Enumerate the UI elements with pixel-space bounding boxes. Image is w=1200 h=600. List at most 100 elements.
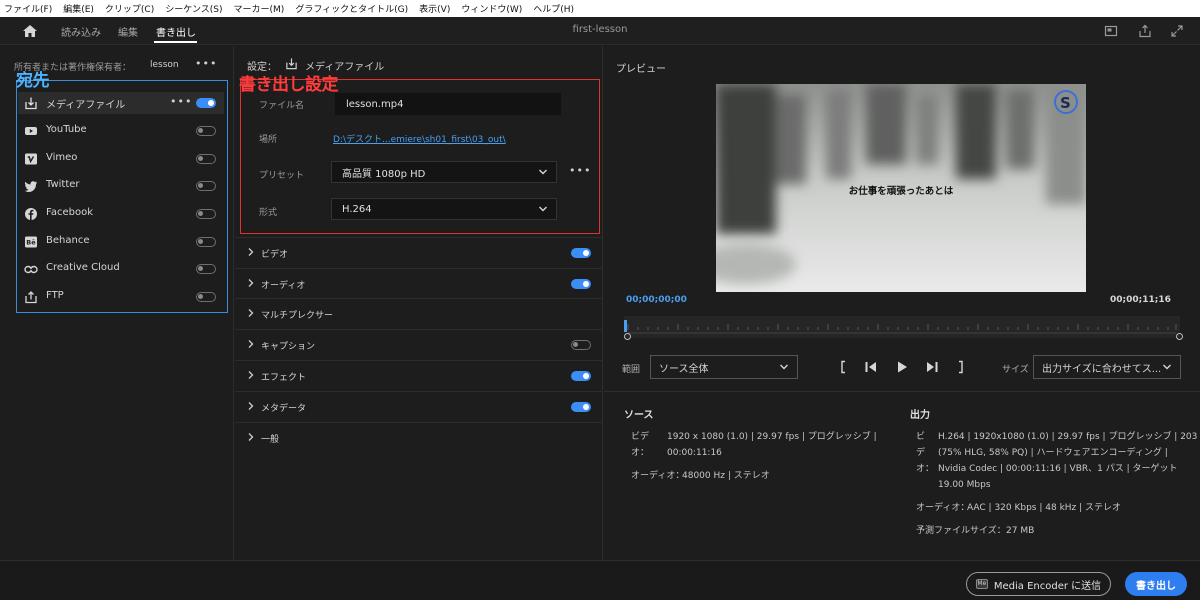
output-video-label: オ：	[916, 464, 935, 474]
twitter-toggle[interactable]	[196, 181, 216, 191]
chevron-right-icon	[248, 433, 254, 441]
ftp-upload-icon	[25, 291, 37, 304]
mark-out-icon[interactable]	[956, 360, 966, 374]
audio-toggle[interactable]	[571, 279, 591, 289]
export-button[interactable]: 書き出し	[1125, 572, 1187, 596]
ftp-toggle[interactable]	[196, 292, 216, 302]
destination-item-media-file[interactable]: メディアファイル •••	[18, 92, 224, 114]
send-to-media-encoder-button[interactable]: Me Media Encoder に送信	[966, 572, 1111, 596]
destination-item-twitter[interactable]: Twitter	[18, 175, 224, 197]
captions-toggle[interactable]	[571, 340, 591, 350]
output-video-label: デ	[916, 448, 926, 458]
preview-caption: お仕事を頑張ったあとは	[848, 186, 954, 197]
section-general[interactable]: 一般	[235, 422, 603, 452]
source-video-label: ビデ	[631, 432, 650, 442]
section-audio[interactable]: オーディオ	[235, 268, 603, 298]
media-file-icon	[286, 58, 297, 70]
export-settings-panel: 設定： メディアファイル 書き出し設定 ファイル名 lesson.mp4 場所 …	[235, 46, 603, 560]
destination-item-vimeo[interactable]: Vimeo	[18, 148, 224, 170]
play-icon[interactable]	[895, 360, 909, 374]
output-audio-label: オーディオ：	[916, 503, 970, 513]
source-video-details: 00:00:11:16	[667, 448, 722, 458]
step-back-icon[interactable]	[864, 360, 878, 374]
metadata-toggle[interactable]	[571, 402, 591, 412]
format-dropdown[interactable]: H.264	[331, 198, 557, 220]
facebook-icon	[25, 208, 37, 220]
location-link[interactable]: D:\デスクト...emiere\sh01_first\03_out\	[333, 132, 506, 145]
size-value: 出力サイズに合わせてス...	[1042, 363, 1162, 375]
chevron-down-icon	[780, 364, 788, 370]
chevron-right-icon	[248, 371, 254, 379]
destination-item-creative-cloud[interactable]: Creative Cloud	[18, 258, 224, 280]
filename-input[interactable]: lesson.mp4	[335, 93, 561, 115]
timeline-ruler	[627, 324, 1177, 334]
menu-graphics[interactable]: グラフィックとタイトル(G)	[295, 2, 408, 15]
section-video[interactable]: ビデオ	[235, 237, 603, 267]
home-icon[interactable]	[22, 23, 38, 39]
out-point-handle[interactable]	[1176, 333, 1183, 340]
size-label: サイズ	[1002, 365, 1029, 375]
vimeo-toggle[interactable]	[196, 154, 216, 164]
media-file-more-icon[interactable]: •••	[170, 95, 192, 108]
owner-more-icon[interactable]: •••	[195, 57, 217, 70]
destination-label: Behance	[46, 235, 90, 246]
mark-in-icon[interactable]	[838, 360, 848, 374]
share-icon[interactable]	[1138, 24, 1152, 38]
facebook-toggle[interactable]	[196, 209, 216, 219]
menu-view[interactable]: 表示(V)	[419, 2, 450, 15]
playhead[interactable]	[624, 320, 627, 332]
filesize-value: 27 MB	[1006, 526, 1035, 536]
preset-more-icon[interactable]: •••	[569, 164, 591, 177]
destination-item-youtube[interactable]: YouTube	[18, 120, 224, 142]
menu-marker[interactable]: マーカー(M)	[234, 2, 285, 15]
timeline-scrubber[interactable]	[624, 316, 1180, 338]
step-forward-icon[interactable]	[925, 360, 939, 374]
tab-import[interactable]: 読み込み	[61, 24, 101, 39]
youtube-toggle[interactable]	[196, 126, 216, 136]
workspace-header: 読み込み 編集 書き出し first-lesson	[0, 17, 1200, 45]
menu-clip[interactable]: クリップ(C)	[105, 2, 154, 15]
creative-cloud-toggle[interactable]	[196, 264, 216, 274]
tab-edit[interactable]: 編集	[118, 24, 138, 39]
destination-item-facebook[interactable]: Facebook	[18, 203, 224, 225]
source-audio-label: オーディオ：	[631, 471, 685, 481]
menu-edit[interactable]: 編集(E)	[63, 2, 94, 15]
output-video-label: ビ	[916, 432, 926, 442]
in-point-handle[interactable]	[624, 333, 631, 340]
section-effects[interactable]: エフェクト	[235, 360, 603, 390]
size-dropdown[interactable]: 出力サイズに合わせてス...	[1033, 355, 1181, 379]
behance-toggle[interactable]	[196, 237, 216, 247]
vimeo-icon	[25, 153, 37, 165]
owner-value[interactable]: lesson	[150, 60, 179, 70]
media-encoder-icon: Me	[975, 579, 988, 589]
source-video-details: 1920 x 1080 (1.0) | 29.97 fps | プログレッシブ …	[667, 432, 877, 442]
section-label: オーディオ	[261, 281, 306, 291]
menu-help[interactable]: ヘルプ(H)	[533, 2, 574, 15]
menu-window[interactable]: ウィンドウ(W)	[461, 2, 522, 15]
menu-file[interactable]: ファイル(F)	[4, 2, 52, 15]
chevron-right-icon	[248, 279, 254, 287]
preset-dropdown[interactable]: 高品質 1080p HD	[331, 161, 557, 183]
effects-toggle[interactable]	[571, 371, 591, 381]
media-file-toggle[interactable]	[196, 98, 216, 108]
tab-export[interactable]: 書き出し	[156, 24, 196, 39]
destination-label: メディアファイル	[46, 100, 126, 111]
menu-sequence[interactable]: シーケンス(S)	[165, 2, 222, 15]
destination-item-ftp[interactable]: FTP	[18, 286, 224, 308]
section-label: 一般	[261, 435, 280, 445]
video-toggle[interactable]	[571, 248, 591, 258]
section-captions[interactable]: キャプション	[235, 329, 603, 359]
destination-label: Creative Cloud	[46, 262, 120, 273]
section-multiplexer[interactable]: マルチプレクサー	[235, 298, 603, 328]
destination-label: FTP	[46, 290, 64, 301]
fullscreen-icon[interactable]	[1170, 24, 1184, 38]
output-heading: 出力	[910, 410, 930, 421]
preset-value: 高品質 1080p HD	[342, 168, 426, 180]
filename-label: ファイル名	[259, 101, 305, 111]
section-metadata[interactable]: メタデータ	[235, 391, 603, 421]
source-audio-details: 48000 Hz | ステレオ	[682, 471, 770, 481]
range-dropdown[interactable]: ソース全体	[650, 355, 798, 379]
format-value: H.264	[342, 203, 372, 215]
quick-export-icon[interactable]	[1104, 24, 1118, 38]
destination-item-behance[interactable]: Bē Behance	[18, 231, 224, 253]
